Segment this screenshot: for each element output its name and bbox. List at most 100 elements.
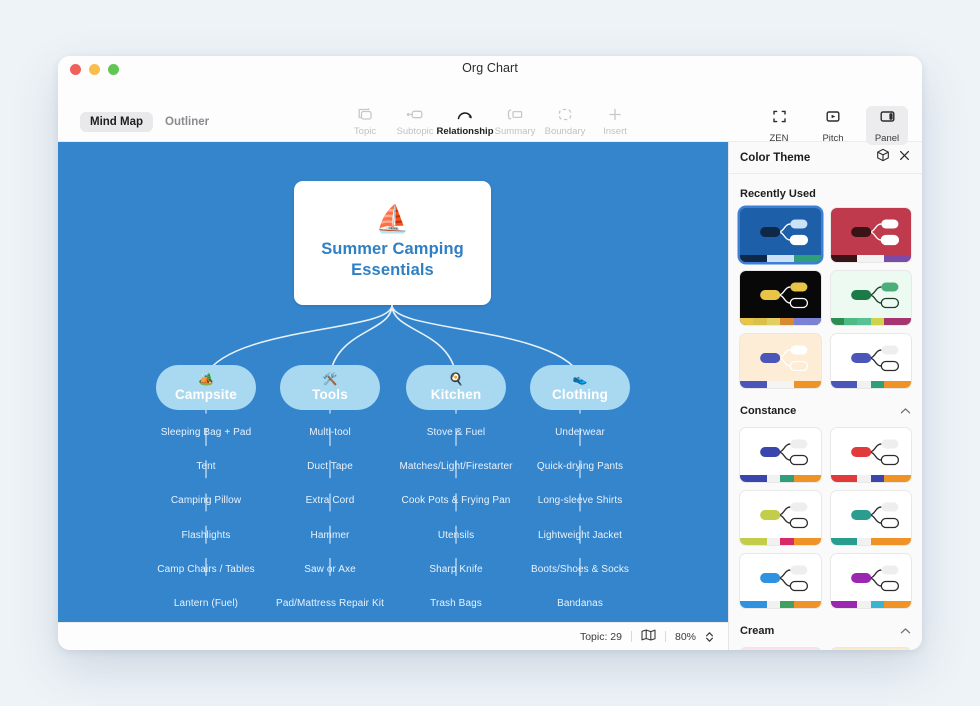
theme-crimson[interactable] [830,208,911,262]
leaf-node[interactable]: Bandanas [557,598,603,609]
pitch-button[interactable]: Pitch [812,106,854,145]
leaf-node[interactable]: Sleeping Bag + Pad [161,427,251,438]
tool-topic[interactable]: Topic [340,106,390,137]
mode-tab-mind-map[interactable]: Mind Map [80,112,154,132]
branch-node-kitchen[interactable]: 🍳 Kitchen [406,365,506,410]
map-icon[interactable] [641,628,656,646]
theme-preview [850,565,899,592]
leaf-node[interactable]: Sharp Knife [429,564,482,575]
leaf-node[interactable]: Pad/Mattress Repair Kit [276,598,384,609]
leaf-node[interactable]: Quick-drying Pants [537,461,623,472]
theme-swatch [843,255,858,262]
subtopic-icon [406,106,424,123]
theme-swatch-strip [740,601,821,608]
zen-icon [772,109,787,129]
panel-header: Color Theme [729,142,922,174]
theme-swatch [884,538,898,545]
leaf-node[interactable]: Flashlights [182,530,231,541]
theme-white-indigo[interactable] [830,334,911,388]
leaf-node[interactable]: Saw or Axe [304,564,356,575]
zoom-stepper[interactable] [705,631,714,643]
tool-insert[interactable]: Insert [590,106,640,137]
titlebar: Org Chart [58,56,922,82]
status-bar: Topic: 29 80% [58,622,728,650]
theme-swatch [870,318,885,325]
theme-cream-pink[interactable] [740,648,821,650]
relationship-icon [456,106,474,123]
leaf-node[interactable]: Camp Chairs / Tables [157,564,254,575]
chevron-up-icon[interactable] [900,622,911,640]
theme-swatch [793,475,808,482]
leaf-node[interactable]: Boots/Shoes & Socks [531,564,629,575]
theme-swatch [753,601,767,608]
tool-boundary[interactable]: Boundary [540,106,590,137]
theme-peach[interactable] [740,334,821,388]
theme-mint[interactable] [830,271,911,325]
panel-content[interactable]: Recently Used Constance Cream [729,174,922,650]
branch-node-clothing[interactable]: 👟 Clothing [530,365,630,410]
tool-summary[interactable]: Summary [490,106,540,137]
mode-tab-outliner[interactable]: Outliner [155,112,219,132]
cube-icon[interactable] [876,148,890,167]
theme-swatch-strip [740,475,821,482]
theme-swatch [766,255,781,262]
close-icon[interactable] [898,149,911,167]
leaf-node[interactable]: Duct Tape [307,461,353,472]
leaf-node[interactable]: Utensils [438,530,474,541]
tool-boundary-label: Boundary [544,126,586,137]
zen-label: ZEN [769,133,789,144]
leaf-node[interactable]: Stove & Fuel [427,427,485,438]
tool-insert-label: Insert [603,126,627,137]
root-topic-node[interactable]: ⛵ Summer Camping Essentials [294,181,491,305]
leaf-node[interactable]: Multi-tool [309,427,351,438]
leaf-node[interactable]: Extra Cord [306,495,355,506]
leaf-node[interactable]: Matches/Light/Firestarter [399,461,512,472]
leaf-node[interactable]: Long-sleeve Shirts [538,495,623,506]
tool-relationship[interactable]: Relationship [437,106,494,137]
leaf-node[interactable]: Tent [196,461,215,472]
theme-swatch [870,601,885,608]
theme-swatch [807,255,821,262]
branch-node-campsite[interactable]: 🏕️ Campsite [156,365,256,410]
leaf-node[interactable]: Trash Bags [430,598,482,609]
branch-label-kitchen: Kitchen [430,386,482,402]
pitch-label: Pitch [822,133,844,144]
panel-toggle-button[interactable]: Panel [866,106,908,145]
theme-constance-indigo[interactable] [740,428,821,482]
theme-blue[interactable] [740,208,821,262]
leaf-node[interactable]: Hammer [311,530,350,541]
theme-swatch [884,381,898,388]
leaf-node[interactable]: Cook Pots & Frying Pan [402,495,511,506]
panel-label: Panel [874,133,900,144]
leaf-node[interactable]: Lantern (Fuel) [174,598,238,609]
tool-subtopic-label: Subtopic [396,126,434,137]
leaf-node[interactable]: Camping Pillow [171,495,241,506]
theme-swatch [857,601,871,608]
theme-preview [850,502,899,529]
theme-constance-purple[interactable] [830,554,911,608]
theme-swatch [857,381,871,388]
theme-swatch-strip [830,601,911,608]
mindmap-canvas[interactable]: ⛵ Summer Camping Essentials 🏕️ Campsite … [58,142,728,622]
theme-swatch [857,538,871,545]
section-header-constance[interactable]: Constance [740,388,911,428]
theme-black-gold[interactable] [740,271,821,325]
theme-swatch [857,318,871,325]
theme-constance-blue[interactable] [740,554,821,608]
tool-subtopic[interactable]: Subtopic [390,106,440,137]
leaf-node[interactable]: Lightweight Jacket [538,530,622,541]
theme-constance-red[interactable] [830,428,911,482]
section-header-cream[interactable]: Cream [740,608,911,648]
view-mode-switch: Mind Map Outliner [80,112,219,132]
theme-constance-olive[interactable] [740,491,821,545]
theme-cream-peach[interactable] [830,648,911,650]
theme-swatch [830,318,844,325]
color-theme-panel: Color Theme Recently Used Constance Crea… [728,142,922,650]
theme-constance-teal[interactable] [830,491,911,545]
zen-mode-button[interactable]: ZEN [758,106,800,145]
theme-swatch [897,381,911,388]
branch-node-tools[interactable]: 🛠️ Tools [280,365,380,410]
leaf-node[interactable]: Underwear [555,427,605,438]
status-divider [630,631,632,642]
chevron-up-icon[interactable] [900,402,911,420]
